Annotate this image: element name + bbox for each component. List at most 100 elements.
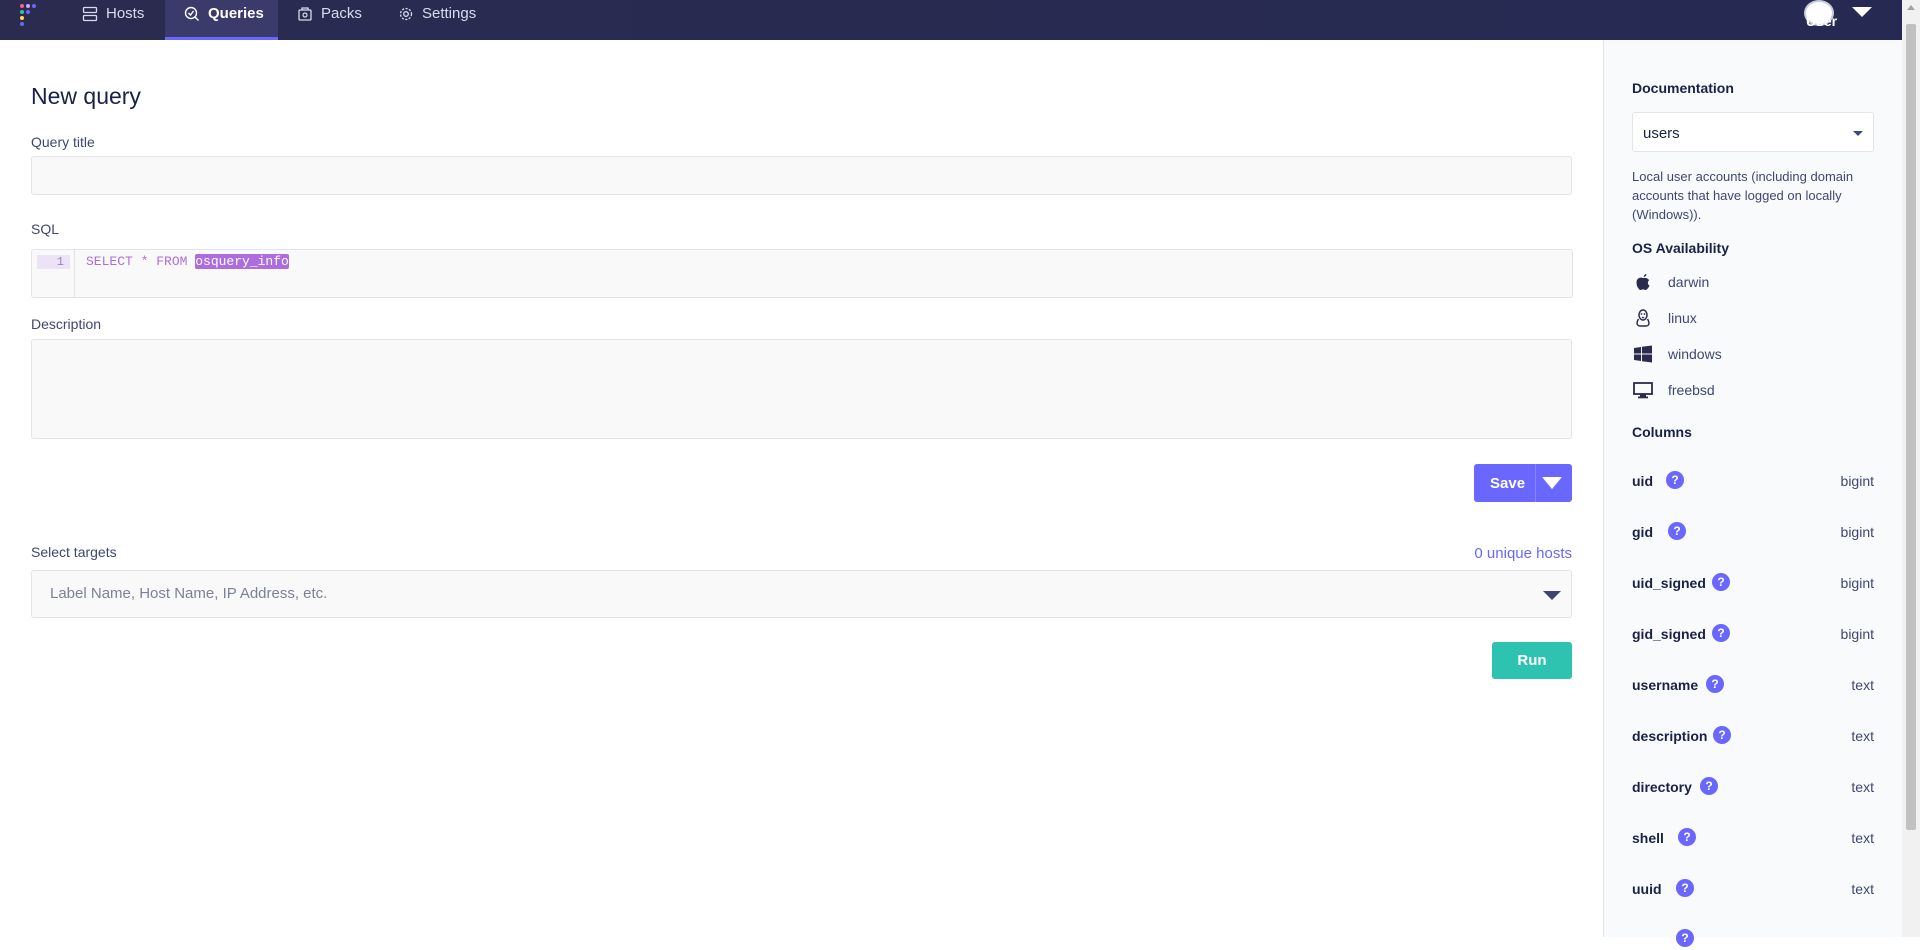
save-button-label: Save (1490, 474, 1526, 492)
help-icon[interactable]: ? (1676, 879, 1694, 897)
column-type: bigint (1840, 473, 1874, 489)
packs-icon (298, 7, 312, 21)
hosts-icon (82, 6, 98, 22)
column-name: uuid (1632, 881, 1662, 897)
desktop-icon (1633, 382, 1653, 399)
os-row-freebsd: freebsd (1632, 378, 1715, 402)
os-availability-heading: OS Availability (1632, 240, 1729, 256)
column-type: text (1851, 779, 1874, 795)
targets-select[interactable]: Label Name, Host Name, IP Address, etc. (31, 570, 1572, 618)
column-type: bigint (1840, 626, 1874, 642)
column-row: description ? text (1632, 725, 1874, 747)
column-row: shell ? text (1632, 827, 1874, 849)
nav-settings-label: Settings (422, 5, 477, 22)
windows-icon (1634, 345, 1652, 363)
help-icon[interactable]: ? (1712, 573, 1730, 591)
documentation-heading: Documentation (1632, 80, 1734, 96)
os-row-linux: linux (1632, 306, 1697, 330)
sql-code[interactable]: SELECT * FROM osquery_info (86, 254, 289, 269)
settings-icon (399, 7, 413, 21)
line-number: 1 (37, 255, 70, 269)
column-name: gid (1632, 524, 1653, 540)
column-row: gid_signed ? bigint (1632, 623, 1874, 645)
table-description: Local user accounts (including domain ac… (1632, 169, 1854, 222)
chevron-down-icon[interactable] (1853, 131, 1863, 136)
help-icon[interactable]: ? (1666, 471, 1684, 489)
help-icon[interactable]: ? (1700, 777, 1718, 795)
user-label: User (1806, 13, 1838, 29)
help-icon[interactable]: ? (1713, 726, 1731, 744)
column-row: uid_signed ? bigint (1632, 572, 1874, 594)
save-divider (1535, 464, 1536, 502)
column-row-partial: ? (1632, 928, 1874, 950)
columns-heading: Columns (1632, 424, 1692, 440)
targets-placeholder: Label Name, Host Name, IP Address, etc. (50, 585, 328, 602)
column-type: text (1851, 677, 1874, 693)
column-name: shell (1632, 830, 1664, 846)
os-row-darwin: darwin (1632, 270, 1709, 294)
select-targets-label: Select targets (31, 544, 117, 560)
documentation-sidebar: Documentation users Local user accounts … (1603, 40, 1903, 947)
chevron-down-icon[interactable] (1543, 591, 1561, 600)
column-type: text (1851, 881, 1874, 897)
fleet-logo-icon[interactable] (18, 0, 42, 28)
column-type: bigint (1840, 524, 1874, 540)
column-name: username (1632, 677, 1699, 693)
top-nav: Hosts Queries Packs Settings User (0, 0, 1902, 40)
table-select-value: users (1643, 125, 1680, 142)
column-row: uuid ? text (1632, 878, 1874, 900)
description-textarea[interactable] (31, 339, 1572, 439)
sql-editor[interactable]: 1 SELECT * FROM osquery_info (31, 249, 1573, 298)
editor-gutter: 1 (32, 250, 75, 297)
nav-hosts[interactable]: Hosts (82, 0, 162, 40)
run-button[interactable]: Run (1492, 642, 1572, 679)
unique-hosts-count: 0 unique hosts (1474, 545, 1572, 562)
chevron-down-icon[interactable] (1852, 7, 1872, 17)
page-scrollbar[interactable] (1902, 0, 1920, 937)
sql-label: SQL (31, 221, 60, 237)
column-name: description (1632, 728, 1708, 744)
table-select[interactable]: users (1632, 112, 1874, 152)
column-name: uid (1632, 473, 1653, 489)
column-name: directory (1632, 779, 1692, 795)
column-name: uid_signed (1632, 575, 1706, 591)
nav-queries-label: Queries (208, 5, 264, 22)
save-options-chevron-icon[interactable] (1542, 477, 1562, 489)
query-title-input[interactable] (31, 156, 1572, 195)
column-type: bigint (1840, 575, 1874, 591)
help-icon[interactable]: ? (1678, 828, 1696, 846)
page-title: New query (31, 83, 141, 109)
nav-hosts-label: Hosts (106, 5, 145, 22)
nav-settings[interactable]: Settings (398, 0, 498, 40)
help-icon[interactable]: ? (1712, 624, 1730, 642)
scroll-up-icon[interactable] (1907, 5, 1915, 10)
scrollbar-thumb[interactable] (1906, 24, 1916, 830)
help-icon[interactable]: ? (1676, 929, 1694, 947)
column-row: username ? text (1632, 674, 1874, 696)
save-button[interactable]: Save (1474, 464, 1572, 502)
queries-icon (184, 6, 200, 22)
linux-icon (1636, 309, 1650, 327)
apple-icon (1636, 274, 1650, 290)
column-row: directory ? text (1632, 776, 1874, 798)
nav-queries[interactable]: Queries (165, 0, 278, 40)
column-type: text (1851, 830, 1874, 846)
help-icon[interactable]: ? (1668, 522, 1686, 540)
query-title-label: Query title (31, 134, 95, 150)
description-label: Description (31, 316, 102, 332)
help-icon[interactable]: ? (1706, 675, 1724, 693)
nav-packs[interactable]: Packs (297, 0, 377, 40)
column-name: gid_signed (1632, 626, 1706, 642)
column-row: gid ? bigint (1632, 521, 1874, 543)
column-type: text (1851, 728, 1874, 744)
sql-table-selection: osquery_info (195, 254, 289, 269)
sql-keywords: SELECT * FROM (86, 254, 196, 269)
nav-packs-label: Packs (321, 5, 362, 22)
os-label-freebsd: freebsd (1668, 382, 1715, 398)
os-row-windows: windows (1632, 342, 1722, 366)
run-button-label: Run (1517, 652, 1547, 669)
os-label-linux: linux (1668, 310, 1697, 326)
column-row: uid ? bigint (1632, 470, 1874, 492)
os-label-windows: windows (1668, 346, 1722, 362)
user-menu[interactable]: User (1804, 0, 1874, 40)
